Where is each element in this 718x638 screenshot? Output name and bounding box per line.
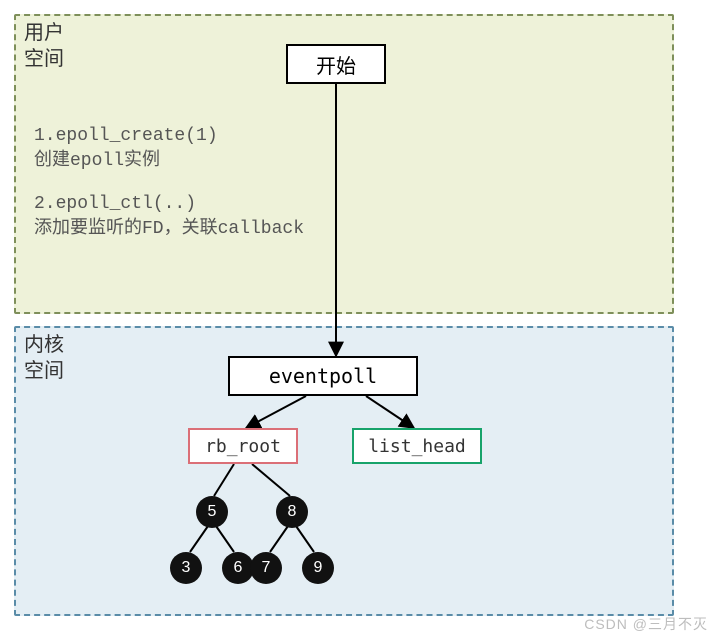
watermark: CSDN @三月不灭 [584, 614, 708, 634]
diagram-stage: 用户 空间 内核 空间 1.epoll_create(1) 创建epoll实例 … [0, 0, 718, 638]
kernel-panel-title: 内核 空间 [24, 332, 64, 384]
tree-node-9: 9 [302, 552, 334, 584]
eventpoll-node: eventpoll [228, 356, 418, 396]
start-node: 开始 [286, 44, 386, 84]
tree-node-3: 3 [170, 552, 202, 584]
rb-root-node: rb_root [188, 428, 298, 464]
user-panel-title: 用户 空间 [24, 20, 64, 72]
tree-node-7: 7 [250, 552, 282, 584]
step-2: 2.epoll_ctl(..) 添加要监听的FD，关联callback [34, 192, 304, 242]
tree-node-5: 5 [196, 496, 228, 528]
step-1: 1.epoll_create(1) 创建epoll实例 [34, 124, 218, 174]
tree-node-8: 8 [276, 496, 308, 528]
list-head-node: list_head [352, 428, 482, 464]
